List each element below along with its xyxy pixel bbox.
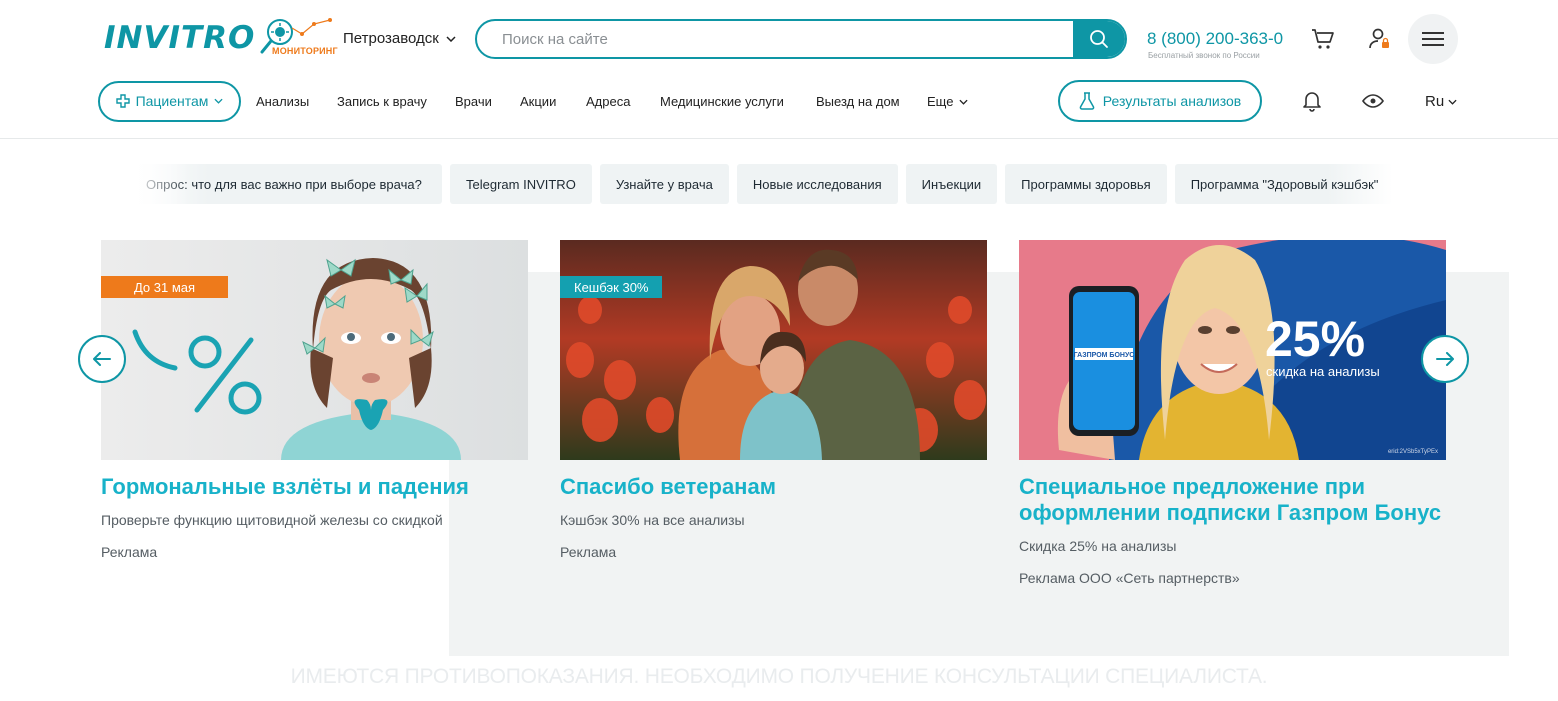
ad-label: Реклама xyxy=(560,544,617,560)
promo-description: Скидка 25% на анализы xyxy=(1019,538,1177,554)
test-results-button[interactable]: Результаты анализов xyxy=(1058,80,1262,122)
slider-prev-button[interactable] xyxy=(78,335,126,383)
arrow-right-icon xyxy=(1436,352,1454,366)
nav-link-appointment[interactable]: Запись к врачу xyxy=(337,94,427,109)
nav-link-analyses[interactable]: Анализы xyxy=(256,94,309,109)
flask-icon xyxy=(1079,92,1095,110)
chevron-down-icon xyxy=(446,35,456,42)
bell-icon xyxy=(1303,92,1321,112)
plus-cross-icon xyxy=(115,94,130,108)
nav-link-more[interactable]: Еще xyxy=(927,94,969,109)
promo-title[interactable]: Спасибо ветеранам xyxy=(560,474,987,500)
ad-label: Реклама ООО «Сеть партнерств» xyxy=(1019,570,1240,586)
medical-disclaimer: ИМЕЮТСЯ ПРОТИВОПОКАЗАНИЯ. НЕОБХОДИМО ПОЛ… xyxy=(290,665,1268,688)
promo-description: Кэшбэк 30% на все анализы xyxy=(560,512,745,528)
phone-note: Бесплатный звонок по России xyxy=(1148,51,1260,60)
invitro-logo[interactable]: INVITRO xyxy=(104,20,255,56)
arrow-left-icon xyxy=(93,352,111,366)
test-results-label: Результаты анализов xyxy=(1102,93,1242,109)
monitoring-label: МОНИТОРИНГ xyxy=(272,46,338,56)
erid-text: erid:2VSb5xTyPEx xyxy=(1388,449,1438,455)
notifications-button[interactable] xyxy=(1300,89,1324,113)
chevron-down-icon xyxy=(214,98,224,104)
promo-title[interactable]: Специальное предложение при оформлении п… xyxy=(1019,474,1446,526)
accessibility-button[interactable] xyxy=(1361,89,1385,113)
chip-survey[interactable]: Опрос: что для вас важно при выборе врач… xyxy=(130,164,442,204)
chevron-down-icon xyxy=(959,99,969,105)
chip-healthy-cashback[interactable]: Программа "Здоровый кэшбэк" xyxy=(1174,164,1393,204)
search-input[interactable] xyxy=(477,21,1075,57)
menu-button[interactable] xyxy=(1408,14,1458,64)
cart-icon xyxy=(1312,29,1334,49)
cart-button[interactable] xyxy=(1308,24,1338,54)
patients-button[interactable]: Пациентам xyxy=(98,80,241,122)
chip-telegram[interactable]: Telegram INVITRO xyxy=(450,164,592,204)
nav-more-label: Еще xyxy=(927,94,954,109)
profile-button[interactable] xyxy=(1364,24,1394,54)
city-name: Петрозаводск xyxy=(343,30,439,47)
nav-link-doctors[interactable]: Врачи xyxy=(455,94,492,109)
city-selector[interactable]: Петрозаводск xyxy=(343,30,456,47)
chip-injections[interactable]: Инъекции xyxy=(905,164,998,204)
search-bar xyxy=(475,19,1127,59)
promo-image-gazprom-bonus: ГАЗПРОМ БОНУС 25% скидка на анализы erid… xyxy=(1019,240,1446,460)
search-icon xyxy=(1090,30,1108,48)
nav-link-medical-services[interactable]: Медицинские услуги xyxy=(660,94,784,109)
nav-link-home-visit[interactable]: Выезд на дом xyxy=(816,94,900,109)
search-button[interactable] xyxy=(1073,21,1125,57)
promo-badge: До 31 мая xyxy=(101,276,228,298)
nav-link-promotions[interactable]: Акции xyxy=(520,94,556,109)
promo-card[interactable]: До 31 мая Гормональные взлёты и падения … xyxy=(101,240,528,560)
eye-icon xyxy=(1362,94,1384,108)
promo-description: Проверьте функцию щитовидной железы со с… xyxy=(101,512,443,528)
hamburger-icon xyxy=(1422,32,1444,46)
main-nav: Пациентам xyxy=(98,80,241,122)
promo-big-text: 25% xyxy=(1265,311,1365,367)
chevron-down-icon xyxy=(1448,99,1457,105)
promo-title[interactable]: Гормональные взлёты и падения xyxy=(101,474,528,500)
patients-label: Пациентам xyxy=(135,93,209,109)
promo-badge: Кешбэк 30% xyxy=(560,276,663,298)
quick-links: Опрос: что для вас важно при выборе врач… xyxy=(130,164,1393,204)
language-label: Ru xyxy=(1425,93,1445,110)
user-icon xyxy=(1369,28,1389,49)
chip-ask-doctor[interactable]: Узнайте у врача xyxy=(599,164,729,204)
nav-link-addresses[interactable]: Адреса xyxy=(586,94,630,109)
site-header: INVITRO МОНИТОРИНГ Петрозаводск 8 (800) … xyxy=(0,0,1558,139)
promo-small-text: скидка на анализы xyxy=(1266,364,1380,379)
ad-label: Реклама xyxy=(101,544,158,560)
promo-card[interactable]: ГАЗПРОМ БОНУС 25% скидка на анализы erid… xyxy=(1019,240,1446,586)
slider-next-button[interactable] xyxy=(1421,335,1469,383)
phone-brand-text: ГАЗПРОМ БОНУС xyxy=(1074,352,1135,359)
phone-number[interactable]: 8 (800) 200-363-0 xyxy=(1147,29,1283,49)
promo-card[interactable]: Кешбэк 30% Спасибо ветеранам Кэшбэк 30% … xyxy=(560,240,987,560)
chip-health-programs[interactable]: Программы здоровья xyxy=(1005,164,1167,204)
language-selector[interactable]: Ru xyxy=(1425,93,1457,110)
chip-new-research[interactable]: Новые исследования xyxy=(736,164,898,204)
promo-image-veterans: Кешбэк 30% xyxy=(560,240,987,460)
promo-image-hormones: До 31 мая xyxy=(101,240,528,460)
